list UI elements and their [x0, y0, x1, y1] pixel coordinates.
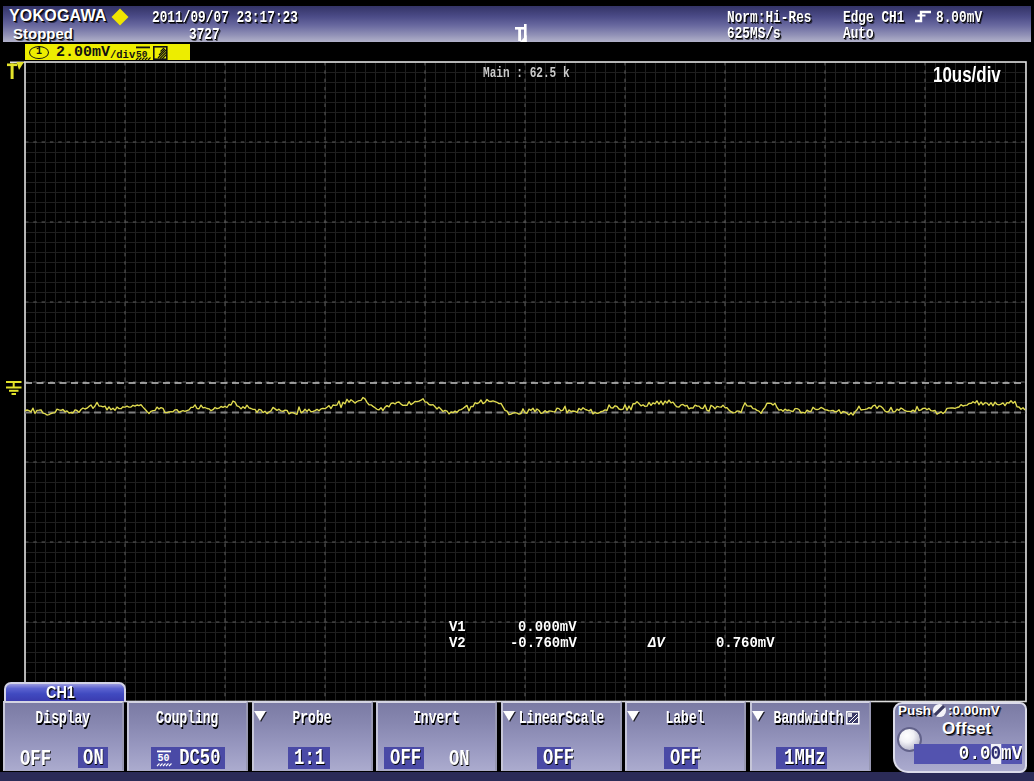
svg-text:50: 50: [158, 753, 170, 764]
